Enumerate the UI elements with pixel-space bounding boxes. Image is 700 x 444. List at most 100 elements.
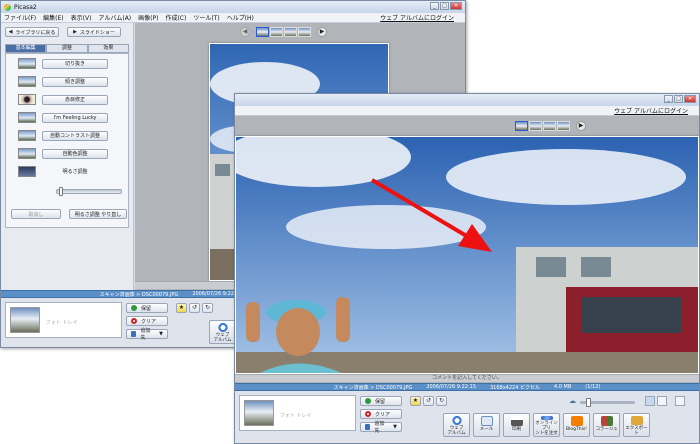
auto-color-button[interactable]: 自動色調整 <box>42 148 108 159</box>
maximize-icon[interactable]: □ <box>674 95 683 103</box>
filmstrip: ▶ <box>515 121 591 131</box>
window-title: Picasa2 <box>14 3 37 11</box>
web-album-icon <box>450 416 463 425</box>
star-icon[interactable]: ★ <box>176 303 187 313</box>
tab-effects[interactable]: 効果 <box>87 44 129 53</box>
next-arrow-icon[interactable]: ▶ <box>576 121 586 131</box>
minimize-icon[interactable]: _ <box>430 2 439 10</box>
back-to-library-button[interactable]: ◀ ライブラリに戻る <box>5 27 59 37</box>
menu-tools[interactable]: ツール(T) <box>193 13 219 22</box>
email-button[interactable]: メール <box>473 413 500 437</box>
album-icon <box>131 331 137 337</box>
web-album-button[interactable]: ウェブ アルバム <box>443 413 470 437</box>
clear-icon <box>131 318 137 324</box>
people-view-icon[interactable] <box>675 396 685 406</box>
tray-thumb[interactable] <box>10 307 40 333</box>
filmstrip-thumb[interactable] <box>284 27 297 37</box>
feeling-lucky-thumb-icon <box>18 112 36 123</box>
online-print-icon <box>540 416 553 420</box>
tray-label: フォト トレイ <box>279 413 312 419</box>
filmstrip-thumb[interactable] <box>515 121 528 131</box>
feeling-lucky-button[interactable]: I'm Feeling Lucky <box>42 112 108 123</box>
web-album-login-link[interactable]: ウェブ アルバムにログイン <box>614 106 688 115</box>
web-album-login-link[interactable]: ウェブ アルバムにログイン <box>380 13 454 22</box>
auto-contrast-button[interactable]: 自動コントラスト調整 <box>42 130 108 141</box>
menu-album[interactable]: アルバム(A) <box>98 13 131 22</box>
tray-thumb[interactable] <box>244 400 274 426</box>
prev-arrow-icon[interactable]: ◀ <box>240 27 250 37</box>
filmstrip-thumb[interactable] <box>557 121 570 131</box>
photo-tray: フォト トレイ <box>5 302 122 338</box>
tray-label: フォト トレイ <box>45 320 78 326</box>
picasa-window-after: _ □ ✕ ウェブ アルバムにログイン ▶ コメントを記入してください。 スキャ… <box>234 93 700 444</box>
clear-button[interactable]: クリア <box>360 409 402 419</box>
basic-fixes-tools: 切り抜き 傾き調整 赤目修正 I'm Feeling Lucky 自動コントラス… <box>5 53 129 228</box>
slider-handle[interactable] <box>59 187 63 196</box>
play-icon: ▶ <box>73 29 77 35</box>
status-date: 2006/07/26 9:22:15 <box>426 384 476 390</box>
add-to-button[interactable]: 追加先 ▼ <box>360 421 402 434</box>
menu-file[interactable]: ファイル(F) <box>4 13 36 22</box>
straighten-button[interactable]: 傾き調整 <box>42 76 108 87</box>
add-to-button[interactable]: 追加先 ▼ <box>126 328 168 341</box>
undo-button[interactable]: 取消し <box>11 209 61 219</box>
menu-view[interactable]: 表示(V) <box>71 13 92 22</box>
crop-button[interactable]: 切り抜き <box>42 58 108 69</box>
edit-panel: ◀ ライブラリに戻る ▶ スライドショー 基本編集 調整 効果 切り抜き 傾き調整 … <box>1 23 134 290</box>
redo-button[interactable]: 明るさ調整 やり直し <box>69 209 127 219</box>
rotate-right-icon[interactable]: ↻ <box>202 303 213 313</box>
rotate-left-icon[interactable]: ↺ <box>423 396 434 406</box>
red-eye-button[interactable]: 赤目修正 <box>42 94 108 105</box>
zoom-slider[interactable] <box>580 398 635 407</box>
filmstrip-thumb[interactable] <box>270 27 283 37</box>
menu-picture[interactable]: 画像(P) <box>138 13 158 22</box>
auto-color-thumb-icon <box>18 148 36 159</box>
web-album-icon <box>216 323 229 332</box>
tab-tuning[interactable]: 調整 <box>46 44 88 53</box>
dropdown-arrow-icon: ▼ <box>393 424 397 430</box>
blogger-icon <box>570 416 583 426</box>
photo-tray: フォト トレイ <box>239 395 356 431</box>
maximize-icon[interactable]: □ <box>440 2 449 10</box>
rotate-right-icon[interactable]: ↻ <box>436 396 447 406</box>
single-view-icon[interactable] <box>645 396 655 406</box>
next-arrow-icon[interactable]: ▶ <box>317 27 327 37</box>
comment-field[interactable]: コメントを記入してください。 <box>235 374 699 382</box>
zoom-icon: ☁ <box>569 397 576 405</box>
auto-contrast-thumb-icon <box>18 130 36 141</box>
clear-button[interactable]: クリア <box>126 316 168 326</box>
menu-help[interactable]: ヘルプ(H) <box>227 13 254 22</box>
fill-light-slider[interactable] <box>56 187 122 196</box>
menu-bar: ウェブ アルバムにログイン <box>235 106 699 116</box>
fill-light-label: 明るさ調整 <box>62 169 88 175</box>
compare-view-icon[interactable] <box>657 396 667 406</box>
hold-button[interactable]: 保留 <box>126 303 168 313</box>
filmstrip-thumb[interactable] <box>298 27 311 37</box>
filmstrip-thumb[interactable] <box>256 27 269 37</box>
back-arrow-icon: ◀ <box>8 29 13 35</box>
menu-edit[interactable]: 編集(E) <box>43 13 63 22</box>
close-icon[interactable]: ✕ <box>684 95 696 103</box>
tab-basic-fixes[interactable]: 基本編集 <box>5 44 47 53</box>
close-icon[interactable]: ✕ <box>450 2 462 10</box>
filmstrip-thumb[interactable] <box>543 121 556 131</box>
collage-button[interactable]: コラージュ <box>593 413 620 437</box>
export-button[interactable]: エクスポート <box>623 413 650 437</box>
filmstrip-thumb[interactable] <box>529 121 542 131</box>
web-album-button[interactable]: ウェブ アルバム <box>209 320 236 344</box>
minimize-icon[interactable]: _ <box>664 95 673 103</box>
straighten-thumb-icon <box>18 76 36 87</box>
filmstrip: ◀ ▶ <box>235 27 332 37</box>
star-icon[interactable]: ★ <box>410 396 421 406</box>
title-bar: _ □ ✕ <box>235 94 699 106</box>
album-icon <box>365 424 371 430</box>
zoom-handle[interactable] <box>586 398 591 407</box>
online-print-button[interactable]: オンラインプリ ントを注文 <box>533 413 560 437</box>
slideshow-button[interactable]: ▶ スライドショー <box>67 27 121 37</box>
hold-button[interactable]: 保留 <box>360 396 402 406</box>
blogthis-button[interactable]: BlogThis! <box>563 413 590 437</box>
print-button[interactable]: 印刷 <box>503 413 530 437</box>
menu-create[interactable]: 作成(C) <box>165 13 186 22</box>
rotate-left-icon[interactable]: ↺ <box>189 303 200 313</box>
print-icon <box>510 416 523 426</box>
